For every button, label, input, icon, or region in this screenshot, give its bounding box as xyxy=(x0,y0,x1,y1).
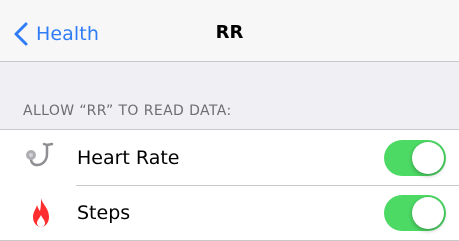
section-header: ALLOW “RR” TO READ DATA: xyxy=(23,103,232,119)
list-item-steps: Steps xyxy=(0,185,459,240)
toggle-knob xyxy=(412,196,444,229)
permissions-list: Heart Rate Steps xyxy=(0,129,459,241)
page-title: RR xyxy=(215,22,244,43)
navigation-bar: Health RR xyxy=(0,0,459,62)
flame-icon xyxy=(22,194,60,232)
stethoscope-icon xyxy=(22,139,60,177)
permissions-screen: Health RR ALLOW “RR” TO READ DATA: Heart… xyxy=(0,0,459,241)
item-label-heart-rate: Heart Rate xyxy=(77,146,180,169)
steps-toggle[interactable] xyxy=(384,194,446,231)
list-item-heart-rate: Heart Rate xyxy=(0,130,459,185)
item-label-steps: Steps xyxy=(77,201,131,224)
heart-rate-toggle[interactable] xyxy=(384,139,446,176)
toggle-knob xyxy=(412,141,444,174)
